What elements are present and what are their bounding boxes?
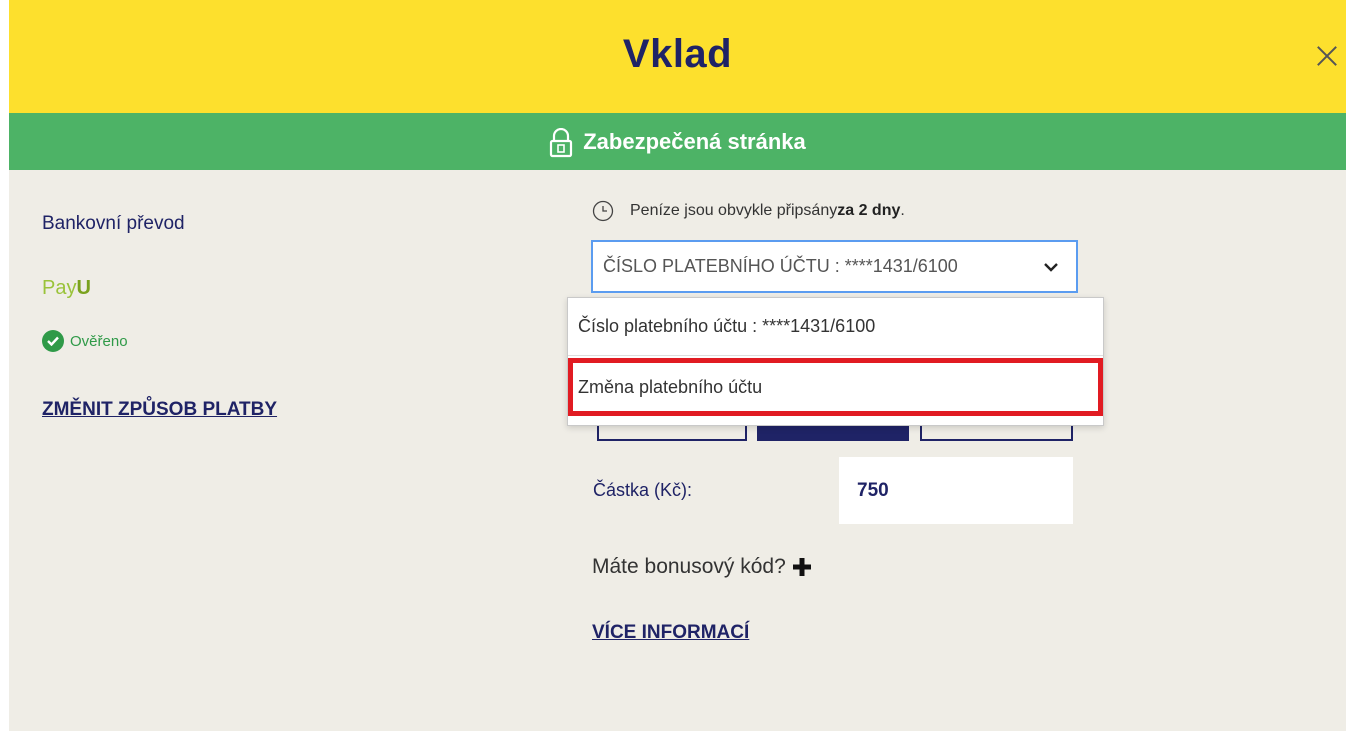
dropdown-option-change-account[interactable]: Změna platebního účtu xyxy=(568,358,1103,416)
dropdown-option-account[interactable]: Číslo platebního účtu : ****1431/6100 xyxy=(568,298,1103,356)
amount-label: Částka (Kč): xyxy=(593,480,693,500)
change-payment-method-link[interactable]: ZMĚNIT ZPŮSOB PLATBY xyxy=(42,399,277,421)
info-text-prefix: Peníze jsou obvykle připsány xyxy=(630,202,838,219)
plus-icon xyxy=(792,558,811,576)
secure-page-label: Zabezpečená stránka xyxy=(583,128,806,154)
deposit-modal: Vklad Zabezpečená stránka Bankovní převo… xyxy=(9,0,1346,731)
verified-label: Ověřeno xyxy=(70,332,128,350)
payment-method-label: Bankovní převod xyxy=(42,213,185,234)
check-icon xyxy=(42,330,64,352)
clock-icon xyxy=(592,200,614,222)
close-icon[interactable] xyxy=(1312,40,1342,70)
chevron-down-icon xyxy=(1044,263,1058,272)
payu-logo: PayU xyxy=(42,277,91,299)
account-select-value: ČÍSLO PLATEBNÍHO ÚČTU : ****1431/6100 xyxy=(603,256,958,276)
lock-icon xyxy=(550,127,573,157)
amount-input[interactable] xyxy=(839,457,1073,524)
bonus-code-label: Máte bonusový kód? xyxy=(592,555,786,578)
bonus-code-toggle[interactable]: Máte bonusový kód? xyxy=(592,555,812,579)
more-info-link[interactable]: VÍCE INFORMACÍ xyxy=(592,622,749,644)
info-text-suffix: . xyxy=(900,202,905,219)
account-dropdown-list: Číslo platebního účtu : ****1431/6100 Zm… xyxy=(567,297,1104,426)
modal-title: Vklad xyxy=(622,32,733,76)
info-text-bold: za 2 dny xyxy=(837,202,901,219)
credit-time-info: Peníze jsou obvykle připsány za 2 dny. xyxy=(592,200,905,222)
account-select[interactable]: ČÍSLO PLATEBNÍHO ÚČTU : ****1431/6100 xyxy=(591,240,1078,293)
verified-status: Ověřeno xyxy=(42,330,128,352)
secure-page-bar: Zabezpečená stránka xyxy=(9,113,1346,170)
modal-header: Vklad xyxy=(9,0,1346,113)
